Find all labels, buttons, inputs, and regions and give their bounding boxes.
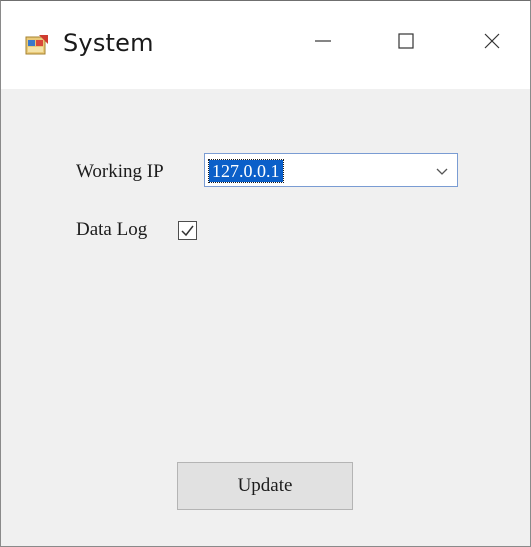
- close-button[interactable]: [462, 17, 522, 69]
- working-ip-combobox[interactable]: 127.0.0.1: [204, 153, 458, 187]
- window-title: System: [63, 29, 154, 57]
- title-bar[interactable]: System: [1, 1, 530, 89]
- maximize-button[interactable]: [376, 17, 436, 69]
- system-window: System Working IP 127.0.0.1 Data Log Upd…: [0, 0, 531, 547]
- working-ip-value[interactable]: 127.0.0.1: [208, 159, 284, 183]
- app-window-icon: [25, 34, 49, 56]
- working-ip-label: Working IP: [76, 161, 164, 182]
- data-log-checkbox[interactable]: [178, 221, 197, 240]
- close-icon: [483, 32, 501, 55]
- chevron-down-icon[interactable]: [435, 164, 449, 178]
- window-content: Working IP 127.0.0.1 Data Log Update: [1, 89, 530, 546]
- update-button[interactable]: Update: [177, 462, 353, 510]
- checkmark-icon: [181, 225, 194, 237]
- data-log-label: Data Log: [76, 219, 148, 240]
- minimize-button[interactable]: [293, 17, 353, 69]
- minimize-icon: [314, 32, 332, 55]
- maximize-icon: [397, 32, 415, 55]
